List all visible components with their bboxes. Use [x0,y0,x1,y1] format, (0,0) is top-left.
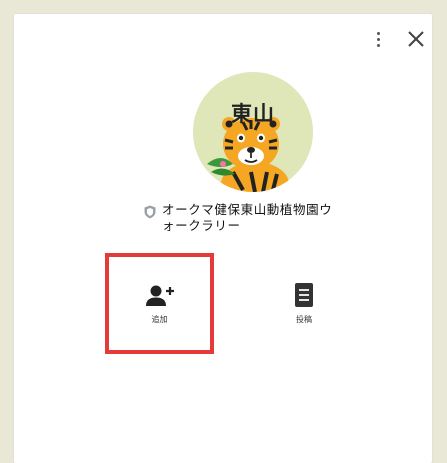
post-button[interactable]: 投稿 [274,257,334,350]
more-vertical-icon-dot [376,43,380,47]
avatar: 東山 [193,72,313,192]
post-list-icon [295,283,313,307]
more-options-button[interactable] [367,26,389,52]
profile-name-row: オークマ健保東山動植物園ウォークラリー [144,202,364,234]
avatar-label: 東山 [231,102,275,126]
profile-panel: 東山 オークマ健保東山動植物園ウォークラリー 追加 投稿 [14,14,432,463]
profile-name: オークマ健保東山動植物園ウォークラリー [162,202,333,233]
close-icon [408,31,424,47]
add-friend-label: 追加 [151,315,168,324]
tiger-mascot-image [193,72,313,192]
more-vertical-icon-dot [376,37,380,41]
shield-icon [144,205,156,219]
add-friend-button[interactable]: 追加 [105,253,214,354]
more-vertical-icon [376,31,380,35]
add-person-icon [145,285,174,306]
post-label: 投稿 [296,315,312,324]
close-button[interactable] [404,26,428,52]
